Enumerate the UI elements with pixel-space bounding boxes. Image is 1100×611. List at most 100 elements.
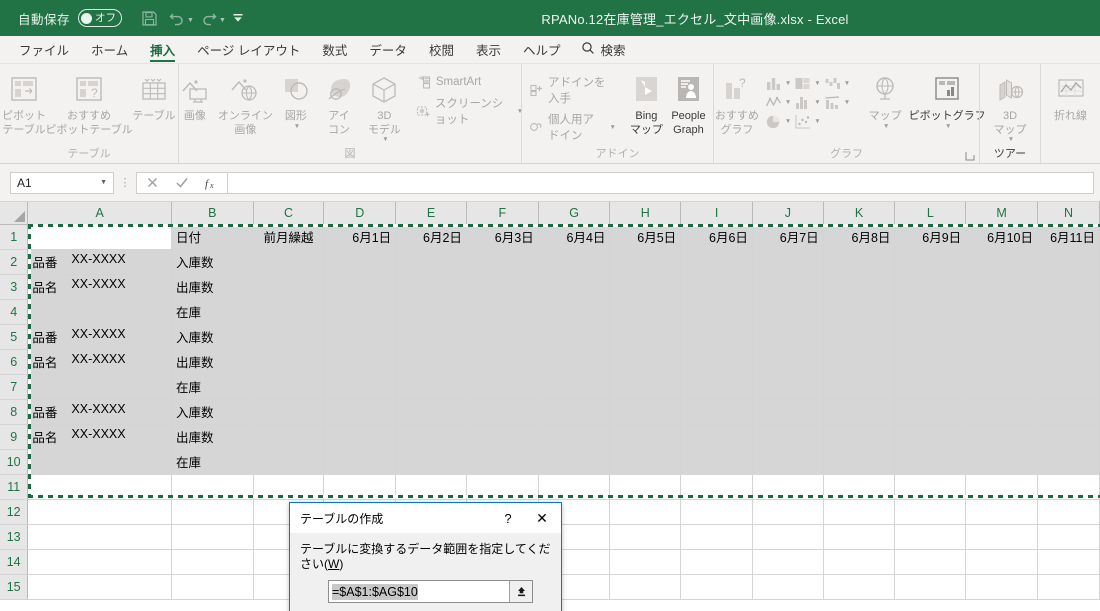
save-icon[interactable] [136,6,162,30]
cell-j13[interactable] [752,524,824,550]
cell-a11[interactable] [27,474,172,500]
cell-m11[interactable] [965,474,1038,500]
cell-g3[interactable] [538,274,611,300]
cell-h5[interactable] [609,324,682,350]
cell-l12[interactable] [894,499,967,525]
cell-l13[interactable] [894,524,967,550]
cell-a4[interactable] [27,299,172,325]
cell-f6[interactable] [466,349,539,375]
tab-home[interactable]: ホーム [80,36,139,63]
row-header-7[interactable]: 7 [0,374,29,400]
cell-e1[interactable]: 6月2日 [395,224,467,250]
column-header-m[interactable]: M [965,202,1038,225]
cell-d8[interactable] [323,399,397,425]
cell-b3[interactable]: 出庫数 [171,274,254,300]
cell-i6[interactable] [680,349,753,375]
cell-h7[interactable] [609,374,682,400]
cell-a7[interactable] [27,374,172,400]
cell-a10[interactable] [27,449,172,475]
waterfall-chart-icon[interactable]: ▼ [823,75,850,92]
online-pictures-button[interactable]: オンライン 画像 [217,69,274,136]
cell-l2[interactable] [894,249,967,275]
cell-c4[interactable] [253,299,325,325]
cell-g4[interactable] [538,299,611,325]
redo-dropdown-icon[interactable]: ▼ [219,17,226,24]
cell-g6[interactable] [538,349,611,375]
cell-c8[interactable] [253,399,325,425]
cell-k7[interactable] [823,374,896,400]
column-header-f[interactable]: F [466,202,539,225]
cell-l11[interactable] [894,474,967,500]
pivot-chart-button[interactable]: ピボットグラフ ▼ [909,69,986,130]
cell-i8[interactable] [680,399,753,425]
cell-n5[interactable] [1037,324,1100,350]
cell-b9[interactable]: 出庫数 [171,424,254,450]
cell-g10[interactable] [538,449,611,475]
cell-a5[interactable]: 品番 XX-XXXX [27,324,172,350]
cell-i13[interactable] [680,524,753,550]
cell-i10[interactable] [680,449,753,475]
cell-n7[interactable] [1037,374,1100,400]
tab-data[interactable]: データ [358,36,418,63]
cell-l8[interactable] [894,399,967,425]
column-header-e[interactable]: E [395,202,467,225]
cell-k8[interactable] [823,399,896,425]
insert-function-icon[interactable]: fx [197,173,227,193]
cell-i12[interactable] [680,499,753,525]
cell-a15[interactable] [27,574,172,600]
row-header-1[interactable]: 1 [0,224,29,250]
tab-insert[interactable]: 挿入 [139,36,186,63]
row-header-9[interactable]: 9 [0,424,29,450]
cell-i9[interactable] [680,424,753,450]
cell-a8[interactable]: 品番 XX-XXXX [27,399,172,425]
3d-model-dropdown-icon[interactable]: ▼ [382,136,388,143]
cell-m8[interactable] [965,399,1038,425]
cell-n13[interactable] [1037,524,1100,550]
shapes-dropdown-icon[interactable]: ▼ [294,123,300,130]
tab-formulas[interactable]: 数式 [311,36,358,63]
column-header-c[interactable]: C [253,202,325,225]
cell-a9[interactable]: 品名 XX-XXXX [27,424,172,450]
cell-l15[interactable] [894,574,967,600]
cell-h9[interactable] [609,424,682,450]
select-all-corner[interactable] [0,202,29,225]
search-box[interactable]: 検索 [571,36,635,63]
cell-m14[interactable] [965,549,1038,575]
pictures-button[interactable]: 画像 [174,69,216,123]
cell-j14[interactable] [752,549,824,575]
cell-i11[interactable] [680,474,753,500]
3d-map-dropdown-icon[interactable]: ▼ [1008,136,1014,143]
cell-h15[interactable] [609,574,682,600]
cell-f4[interactable] [466,299,539,325]
cell-i1[interactable]: 6月6日 [680,224,753,250]
name-box[interactable]: A1 ▼ [10,171,114,194]
cell-h2[interactable] [609,249,682,275]
cell-a6[interactable]: 品名 XX-XXXX [27,349,172,375]
pivot-chart-dropdown-icon[interactable]: ▼ [945,123,951,130]
row-header-14[interactable]: 14 [0,549,29,575]
cell-h1[interactable]: 6月5日 [609,224,682,250]
close-icon[interactable]: ✕ [529,503,555,533]
cell-g9[interactable] [538,424,611,450]
shapes-button[interactable]: 図形 ▼ [275,69,317,130]
cell-m2[interactable] [965,249,1038,275]
column-header-j[interactable]: J [752,202,824,225]
cell-k9[interactable] [823,424,896,450]
cell-k14[interactable] [823,549,896,575]
smartart-button[interactable]: SmartArt [413,73,526,91]
cell-j4[interactable] [752,299,824,325]
cell-j8[interactable] [752,399,824,425]
cell-d3[interactable] [323,274,397,300]
cell-b4[interactable]: 在庫 [171,299,254,325]
cell-k3[interactable] [823,274,896,300]
maps-dropdown-icon[interactable]: ▼ [883,123,889,130]
cell-d4[interactable] [323,299,397,325]
undo-dropdown-icon[interactable]: ▼ [187,17,194,24]
column-header-i[interactable]: I [680,202,753,225]
cell-b13[interactable] [171,524,254,550]
cell-j7[interactable] [752,374,824,400]
cell-c3[interactable] [253,274,325,300]
row-header-8[interactable]: 8 [0,399,29,425]
cell-m15[interactable] [965,574,1038,600]
cell-i3[interactable] [680,274,753,300]
